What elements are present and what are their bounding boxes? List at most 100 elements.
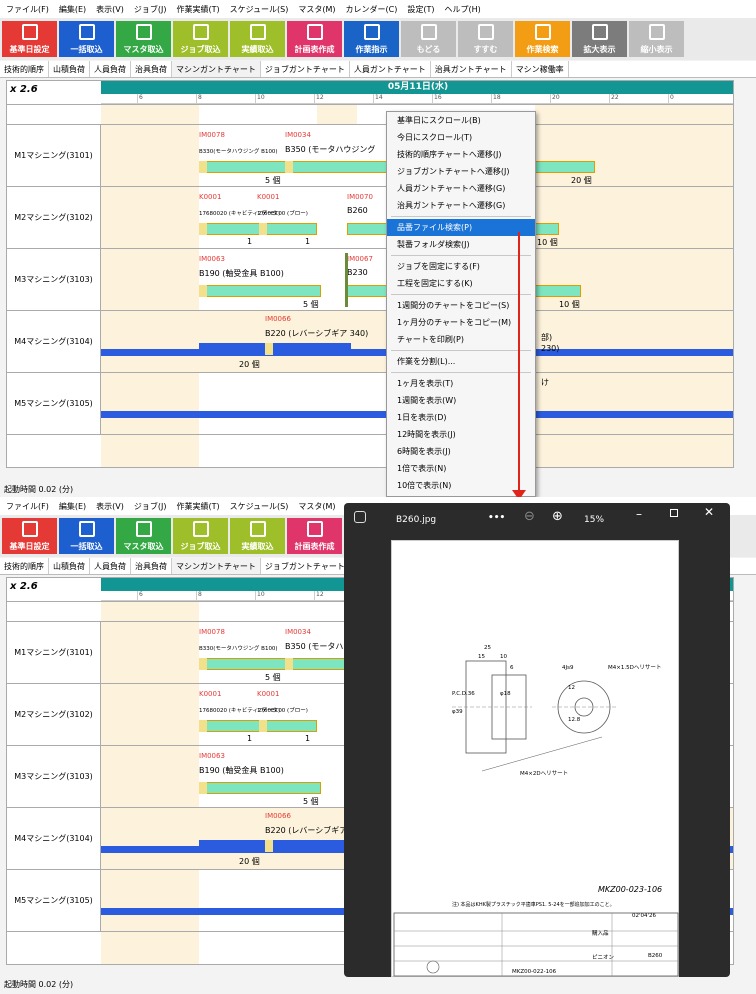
bulk-import-button[interactable]: 一括取込 bbox=[59, 518, 114, 554]
ctx-show-1x[interactable]: 1倍で表示(N) bbox=[387, 460, 535, 477]
ctx-scroll-today[interactable]: 今日にスクロール(T) bbox=[387, 129, 535, 146]
tab-load[interactable]: 山積負荷 bbox=[49, 61, 90, 77]
machine-row[interactable]: M2マシニング(3102) K0001 K0001 IM0070 1768002… bbox=[7, 186, 733, 248]
job-import-button[interactable]: ジョブ取込 bbox=[173, 21, 228, 57]
results-import-button[interactable]: 実績取込 bbox=[230, 21, 285, 57]
bulk-import-button[interactable]: 一括取込 bbox=[59, 21, 114, 57]
plan-create-button[interactable]: 計画表作成 bbox=[287, 21, 342, 57]
menu-schedule[interactable]: スケジュール(S) bbox=[230, 4, 289, 15]
menu-schedule[interactable]: スケジュール(S) bbox=[230, 501, 289, 512]
maximize-icon[interactable] bbox=[670, 509, 678, 517]
machine-row[interactable]: M3マシニング(3103) IM0063 IM0067 B190 (軸受金具 B… bbox=[7, 248, 733, 310]
job-bar[interactable] bbox=[199, 658, 359, 670]
document-icon bbox=[363, 24, 380, 40]
job-bar[interactable] bbox=[199, 720, 261, 732]
ctx-part-file-search[interactable]: 品番ファイル検索(P) bbox=[387, 219, 535, 236]
tab-jig-load[interactable]: 治具負荷 bbox=[131, 61, 172, 77]
machine-row[interactable]: M5マシニング(3105) け bbox=[7, 372, 733, 434]
tab-job-gantt[interactable]: ジョブガントチャート bbox=[261, 61, 350, 77]
menu-results[interactable]: 作業実績(T) bbox=[176, 501, 219, 512]
ctx-print[interactable]: チャートを印刷(P) bbox=[387, 331, 535, 348]
machine-label: M3マシニング(3103) bbox=[7, 746, 101, 807]
machine-row[interactable]: M1マシニング(3101) IM0078 IM0034 B330(モータハウジン… bbox=[7, 124, 733, 186]
job-bar[interactable] bbox=[199, 343, 351, 355]
menu-edit[interactable]: 編集(E) bbox=[59, 501, 86, 512]
master-import-button[interactable]: マスタ取込 bbox=[116, 21, 171, 57]
tab-staff-gantt[interactable]: 人員ガントチャート bbox=[350, 61, 431, 77]
machine-row[interactable]: M4マシニング(3104) IM0066 B220 (レバーシブギア 340) … bbox=[7, 310, 733, 372]
menu-master[interactable]: マスタ(M) bbox=[298, 501, 335, 512]
zoom-out-button[interactable]: 縮小表示 bbox=[629, 21, 684, 57]
ctx-show-6h[interactable]: 6時間を表示(J) bbox=[387, 443, 535, 460]
tab-staff-load[interactable]: 人員負荷 bbox=[90, 558, 131, 574]
menu-edit[interactable]: 編集(E) bbox=[59, 4, 86, 15]
ctx-scroll-base[interactable]: 基準日にスクロール(B) bbox=[387, 112, 535, 129]
ctx-goto-job[interactable]: ジョブガントチャートへ遷移(J) bbox=[387, 163, 535, 180]
close-icon[interactable]: ✕ bbox=[704, 505, 714, 519]
ctx-folder-search[interactable]: 製番フォルダ検索(J) bbox=[387, 236, 535, 253]
ctx-copy-month[interactable]: 1ヶ月分のチャートをコピー(M) bbox=[387, 314, 535, 331]
tab-job-gantt[interactable]: ジョブガントチャート bbox=[261, 558, 350, 574]
menu-view[interactable]: 表示(V) bbox=[96, 501, 124, 512]
tab-machine-gantt[interactable]: マシンガントチャート bbox=[172, 61, 261, 77]
menu-job[interactable]: ジョブ(J) bbox=[134, 4, 167, 15]
job-bar[interactable] bbox=[199, 223, 261, 235]
machine-row bbox=[7, 434, 733, 467]
ctx-goto-jig[interactable]: 治具ガントチャートへ遷移(G) bbox=[387, 197, 535, 214]
menu-settings[interactable]: 設定(T) bbox=[407, 4, 434, 15]
job-bar[interactable] bbox=[199, 285, 321, 297]
menu-help[interactable]: ヘルプ(H) bbox=[445, 4, 481, 15]
ctx-goto-staff[interactable]: 人員ガントチャートへ遷移(G) bbox=[387, 180, 535, 197]
tab-tech-order[interactable]: 技術的順序 bbox=[0, 61, 49, 77]
zoom-out-icon[interactable]: ⊖ bbox=[524, 509, 535, 524]
qty-label: 5 個 bbox=[303, 797, 319, 806]
base-date-button[interactable]: 基準日設定 bbox=[2, 518, 57, 554]
ctx-goto-tech[interactable]: 技術的順序チャートへ遷移(J) bbox=[387, 146, 535, 163]
ctx-fix-process[interactable]: 工程を固定にする(K) bbox=[387, 275, 535, 292]
menu-master[interactable]: マスタ(M) bbox=[298, 4, 335, 15]
work-order-button[interactable]: 作業指示 bbox=[344, 21, 399, 57]
zoom-in-icon[interactable]: ⊕ bbox=[552, 509, 563, 524]
ctx-show-month[interactable]: 1ヶ月を表示(T) bbox=[387, 375, 535, 392]
menu-file[interactable]: ファイル(F) bbox=[6, 4, 49, 15]
ctx-fix-job[interactable]: ジョブを固定にする(F) bbox=[387, 258, 535, 275]
master-import-button[interactable]: マスタ取込 bbox=[116, 518, 171, 554]
ctx-copy-week[interactable]: 1週間分のチャートをコピー(S) bbox=[387, 297, 535, 314]
import-icon bbox=[78, 24, 95, 40]
zoom-in-button[interactable]: 拡大表示 bbox=[572, 21, 627, 57]
tab-tech-order[interactable]: 技術的順序 bbox=[0, 558, 49, 574]
plan-create-button[interactable]: 計画表作成 bbox=[287, 518, 342, 554]
results-import-button[interactable]: 実績取込 bbox=[230, 518, 285, 554]
work-search-button[interactable]: 作業検索 bbox=[515, 21, 570, 57]
dim-label: φ18 bbox=[500, 691, 511, 697]
tab-staff-load[interactable]: 人員負荷 bbox=[90, 61, 131, 77]
viewer-filename: B260.jpg bbox=[396, 515, 437, 525]
menu-calendar[interactable]: カレンダー(C) bbox=[346, 4, 398, 15]
menu-job[interactable]: ジョブ(J) bbox=[134, 501, 167, 512]
tab-jig-gantt[interactable]: 治具ガントチャート bbox=[431, 61, 512, 77]
forward-button[interactable]: すすむ bbox=[458, 21, 513, 57]
more-options-icon[interactable]: ••• bbox=[488, 513, 505, 523]
tab-jig-load[interactable]: 治具負荷 bbox=[131, 558, 172, 574]
ctx-split[interactable]: 作業を分割(L)... bbox=[387, 353, 535, 370]
job-bar[interactable] bbox=[259, 223, 317, 235]
job-bar[interactable] bbox=[199, 840, 351, 852]
machine-label: M4マシニング(3104) bbox=[7, 311, 101, 372]
menu-results[interactable]: 作業実績(T) bbox=[176, 4, 219, 15]
job-bar[interactable] bbox=[259, 720, 317, 732]
job-bar[interactable] bbox=[199, 782, 321, 794]
job-import-button[interactable]: ジョブ取込 bbox=[173, 518, 228, 554]
bottom-drawing-number: MKZ00-022-106 bbox=[512, 969, 557, 975]
base-date-button[interactable]: 基準日設定 bbox=[2, 21, 57, 57]
tab-load[interactable]: 山積負荷 bbox=[49, 558, 90, 574]
menu-view[interactable]: 表示(V) bbox=[96, 4, 124, 15]
minimize-icon[interactable]: – bbox=[636, 507, 642, 521]
back-button[interactable]: もどる bbox=[401, 21, 456, 57]
tab-machine-rate[interactable]: マシン稼働率 bbox=[512, 61, 569, 77]
menu-file[interactable]: ファイル(F) bbox=[6, 501, 49, 512]
tab-machine-gantt[interactable]: マシンガントチャート bbox=[172, 558, 261, 574]
ctx-show-week[interactable]: 1週間を表示(W) bbox=[387, 392, 535, 409]
ctx-show-day[interactable]: 1日を表示(D) bbox=[387, 409, 535, 426]
ctx-show-12h[interactable]: 12時間を表示(J) bbox=[387, 426, 535, 443]
drag-handle[interactable] bbox=[345, 253, 348, 307]
